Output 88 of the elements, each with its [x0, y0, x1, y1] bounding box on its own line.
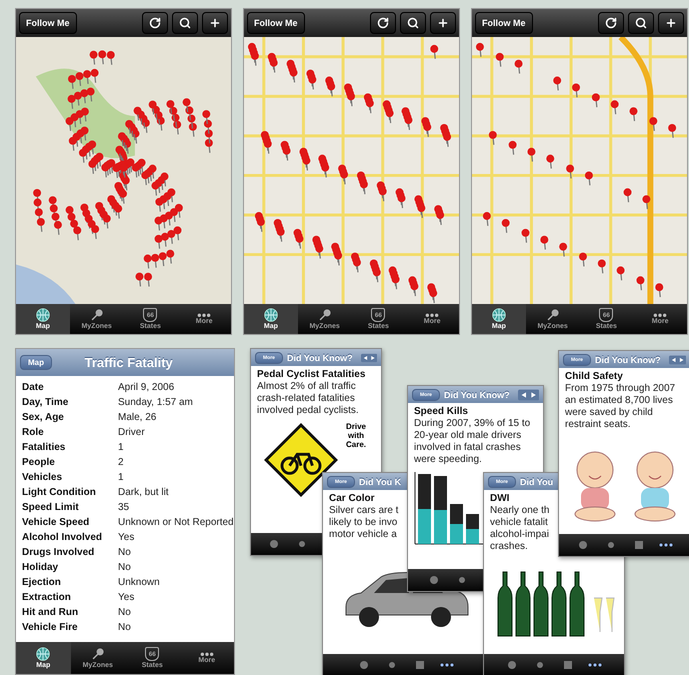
field-value: Male, 26	[118, 411, 158, 425]
field-value: No	[118, 546, 132, 560]
field-value: Unknown or Not Reported	[118, 516, 234, 530]
refresh-button[interactable]	[142, 12, 168, 34]
card-title: Did You Know?	[444, 390, 510, 400]
globe-icon	[264, 308, 278, 322]
search-icon	[635, 17, 647, 29]
follow-me-button[interactable]: Follow Me	[475, 12, 532, 34]
field-value: Unknown	[118, 576, 161, 590]
field-label: Date	[22, 381, 45, 395]
card-title: Did You Know?	[594, 354, 661, 364]
field-value: 1	[118, 441, 125, 455]
field-label: Ejection	[22, 576, 62, 590]
plus-icon	[437, 17, 449, 29]
field-label: Hit and Run	[22, 606, 80, 620]
field-value: No	[118, 606, 132, 620]
fact-text: During 2007, 39% of 15 to 20-year old male drivers involved in fatal crashes were speeding.	[414, 418, 532, 466]
pushpin-icon	[318, 308, 332, 322]
pushpin-icon	[90, 647, 105, 661]
field-label: Alcohol Involved	[22, 531, 104, 545]
add-button[interactable]	[658, 12, 684, 34]
field-label: Day, Time	[22, 396, 70, 410]
field-value: Sunday, 1:57 am	[118, 396, 194, 410]
field-value: Dark, but lit	[118, 486, 170, 500]
card-title: Did You Know?	[286, 352, 353, 362]
fact-heading: Pedal Cyclist Fatalities	[257, 369, 366, 380]
back-button[interactable]: Map	[20, 355, 52, 370]
fact-text: Nearly one th vehicle fatalit alcohol-impai crashes.	[490, 505, 550, 553]
add-button[interactable]	[430, 12, 456, 34]
prev-next-arrows-icon[interactable]	[518, 388, 539, 400]
fact-text: Almost 2% of all traffic crash-related fatalities involved pedal cyclists.	[257, 381, 360, 417]
fact-text: Silver cars are t likely to be invo motor vehicle a	[329, 505, 400, 541]
field-value: Yes	[118, 531, 136, 545]
plus-icon	[209, 17, 221, 29]
field-label: Fatalities	[22, 441, 66, 455]
field-label: Vehicles	[22, 471, 64, 485]
field-value: No	[118, 561, 132, 575]
plus-icon	[665, 17, 677, 29]
field-label: Vehicle Speed	[22, 516, 90, 530]
field-label: Extraction	[22, 591, 72, 605]
more-dots-icon	[197, 312, 212, 318]
field-value: April 9, 2006	[118, 381, 176, 395]
search-icon	[179, 17, 191, 29]
more-dots-icon	[425, 312, 440, 318]
globe-icon	[36, 647, 50, 661]
globe-icon	[492, 308, 506, 322]
pushpin-icon	[90, 308, 104, 322]
more-dots-icon	[200, 652, 214, 656]
prev-next-arrows-icon[interactable]	[668, 354, 686, 366]
field-value: No	[118, 621, 132, 635]
refresh-icon	[605, 17, 617, 29]
refresh-icon	[377, 17, 389, 29]
sign-caption: Drive with Care.	[344, 422, 367, 449]
fact-heading: Child Safety	[565, 371, 624, 382]
refresh-button[interactable]	[598, 12, 624, 34]
search-button[interactable]	[400, 12, 426, 34]
field-label: Speed Limit	[22, 501, 80, 515]
field-value: Driver	[118, 426, 146, 440]
field-value: Yes	[118, 591, 136, 605]
follow-me-button[interactable]: Follow Me	[247, 12, 304, 34]
search-icon	[407, 17, 419, 29]
fact-heading: DWI	[490, 493, 510, 504]
follow-me-button[interactable]: Follow Me	[19, 12, 76, 34]
refresh-icon	[149, 17, 161, 29]
field-label: People	[22, 456, 56, 470]
add-button[interactable]	[202, 12, 228, 34]
field-value: 2	[118, 456, 125, 470]
fact-text: From 1975 through 2007 an estimated 8,700 lives were saved by child restraint seats.	[565, 383, 676, 431]
fact-heading: Car Color	[329, 493, 376, 504]
field-value: 1	[118, 471, 125, 485]
field-label: Light Condition	[22, 486, 97, 500]
refresh-button[interactable]	[370, 12, 396, 34]
search-button[interactable]	[628, 12, 654, 34]
field-label: Vehicle Fire	[22, 621, 79, 635]
screen-title: Traffic Fatality	[84, 355, 173, 370]
field-label: Drugs Involved	[22, 546, 96, 560]
field-label: Role	[22, 426, 45, 440]
card-title: Did You K	[358, 476, 402, 486]
prev-next-arrows-icon[interactable]	[360, 352, 377, 364]
fact-heading: Speed Kills	[414, 406, 469, 417]
globe-icon	[36, 308, 50, 322]
field-label: Sex, Age	[22, 411, 65, 425]
pushpin-icon	[546, 308, 560, 322]
card-title: Did You	[520, 476, 554, 486]
field-value: 35	[118, 501, 130, 515]
field-label: Holiday	[22, 561, 60, 575]
search-button[interactable]	[172, 12, 198, 34]
more-dots-icon	[653, 312, 668, 318]
